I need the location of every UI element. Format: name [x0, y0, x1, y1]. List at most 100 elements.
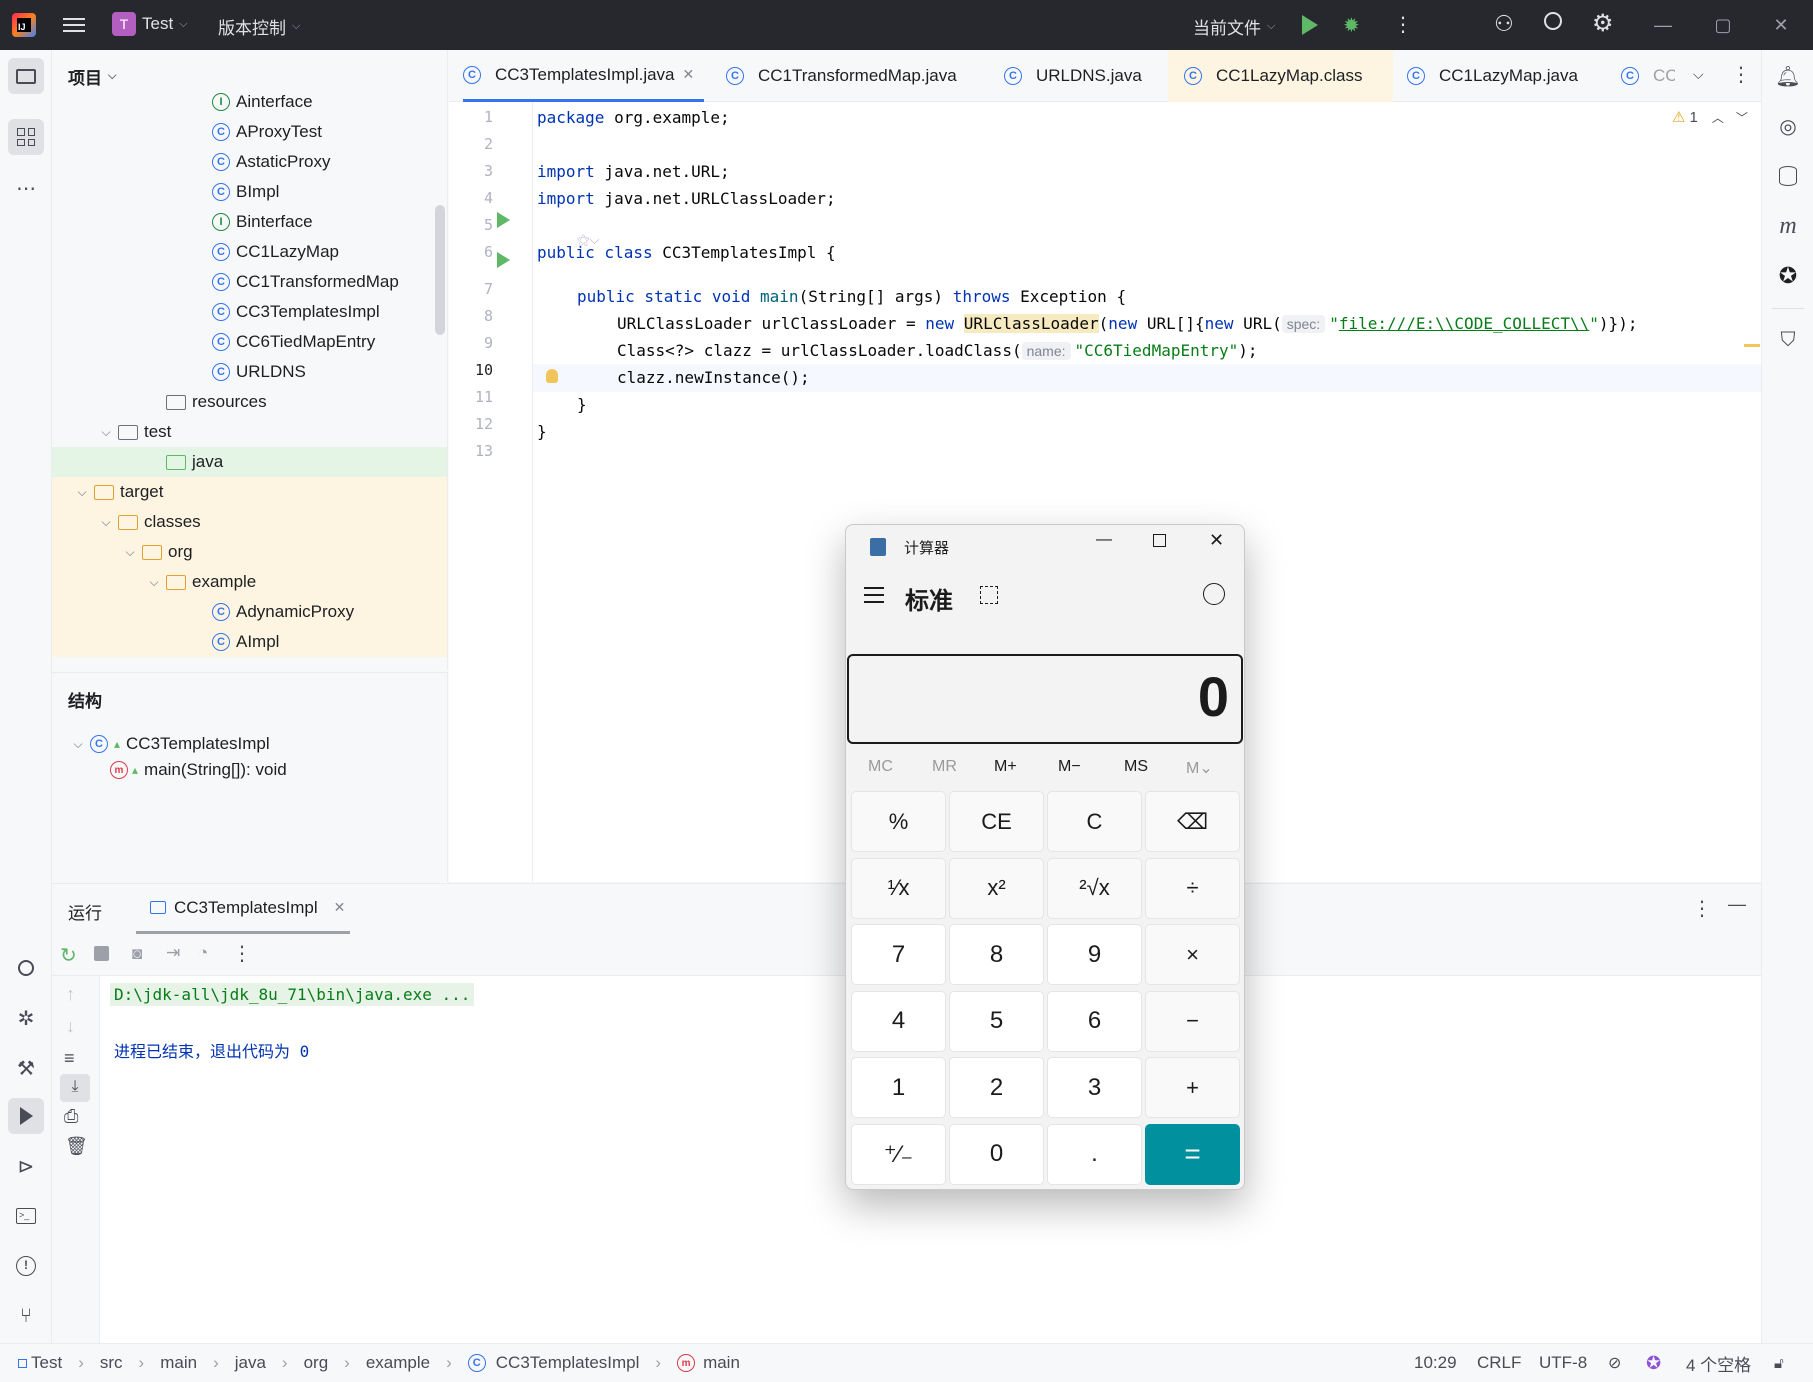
cursor-position[interactable]: 10:29: [1414, 1353, 1457, 1373]
tree-item[interactable]: ⌵ target: [52, 477, 447, 507]
exit-icon[interactable]: ⇥: [166, 943, 180, 963]
run-tab[interactable]: CC3TemplatesImpl ✕: [136, 884, 350, 934]
file-encoding[interactable]: UTF-8: [1539, 1353, 1587, 1373]
services-icon[interactable]: ⊳: [8, 1148, 44, 1184]
tree-item[interactable]: C AstaticProxy: [52, 147, 447, 177]
calc-key[interactable]: 4: [851, 990, 946, 1052]
breadcrumb-item[interactable]: Test: [18, 1353, 62, 1373]
breadcrumb-item[interactable]: C CC3TemplatesImpl: [467, 1353, 639, 1373]
calc-key[interactable]: 3: [1047, 1057, 1142, 1118]
minimize-button[interactable]: —: [1096, 531, 1112, 549]
vcs-menu[interactable]: 版本控制 ⌵: [218, 14, 300, 39]
tree-item[interactable]: C CC6TiedMapEntry: [52, 327, 447, 357]
calc-key[interactable]: ×: [1145, 924, 1240, 985]
breadcrumb-item[interactable]: org: [304, 1353, 329, 1373]
stop-icon[interactable]: [94, 946, 109, 961]
tree-item[interactable]: C BImpl: [52, 177, 447, 207]
database-icon[interactable]: [1770, 158, 1806, 194]
calc-key[interactable]: 1: [851, 1057, 946, 1118]
memory-button[interactable]: M+: [994, 758, 1017, 776]
tree-scrollbar[interactable]: [435, 205, 445, 335]
notifications-bell-icon[interactable]: 🔔︎: [1770, 58, 1806, 94]
calc-key[interactable]: ²√x: [1047, 857, 1142, 919]
tree-item[interactable]: C CC3TemplatesImpl: [52, 297, 447, 327]
tree-item[interactable]: C CC1TransformedMap: [52, 267, 447, 297]
memory-button[interactable]: MC: [868, 758, 893, 776]
tab-urldns[interactable]: C URLDNS.java: [1004, 50, 1142, 102]
app-logo[interactable]: IJ: [12, 0, 36, 50]
run-icon[interactable]: [1302, 15, 1318, 35]
calc-key[interactable]: 5: [949, 990, 1044, 1052]
keep-on-top-icon[interactable]: [980, 586, 998, 604]
search-icon[interactable]: [1544, 12, 1562, 30]
url-link[interactable]: file:///E:\\CODE_COLLECT\\: [1339, 314, 1589, 333]
ai-status-icon[interactable]: ✪: [1646, 1353, 1661, 1374]
maximize-button[interactable]: ▢: [1694, 0, 1752, 50]
tree-item[interactable]: C AdynamicProxy: [52, 597, 447, 627]
plugin-icon[interactable]: ✪: [1770, 258, 1806, 294]
breadcrumb-item[interactable]: example: [366, 1353, 430, 1373]
indent-setting[interactable]: 4 个空格: [1686, 1351, 1751, 1376]
rerun-icon[interactable]: ↻: [60, 943, 77, 968]
memory-button[interactable]: M⌄: [1186, 758, 1213, 778]
close-tab-icon[interactable]: ✕: [683, 66, 695, 83]
tab-cc1lazymap-class[interactable]: C CC1LazyMap.class: [1168, 50, 1393, 102]
breadcrumb-item[interactable]: java: [235, 1353, 266, 1373]
chevron-up-icon[interactable]: ︿: [1712, 109, 1724, 126]
structure-icon[interactable]: [8, 119, 44, 155]
tree-item[interactable]: C AProxyTest: [52, 117, 447, 147]
memory-button[interactable]: MR: [932, 758, 957, 776]
tab-cc1lazymap-java[interactable]: C CC1LazyMap.java: [1407, 50, 1578, 102]
git-branch-icon[interactable]: ⑂: [8, 1298, 44, 1334]
tree-item[interactable]: java: [52, 447, 447, 477]
more-icon[interactable]: ⋮: [1692, 896, 1712, 921]
history-icon[interactable]: [1203, 583, 1225, 605]
calc-key[interactable]: −: [1145, 990, 1240, 1052]
project-folder-icon[interactable]: [8, 58, 44, 94]
run-gutter-icon[interactable]: [497, 212, 510, 228]
calc-key[interactable]: 0: [949, 1123, 1044, 1185]
arrow-up-icon[interactable]: ↑: [66, 984, 75, 1005]
calc-key[interactable]: 2: [949, 1057, 1044, 1118]
tree-item[interactable]: ⌵ org: [52, 537, 447, 567]
profiler-icon[interactable]: ◔: [198, 943, 208, 963]
camera-icon[interactable]: ◙: [132, 944, 142, 964]
line-separator[interactable]: CRLF: [1477, 1353, 1521, 1373]
project-panel-header[interactable]: 项目 ⌵: [68, 64, 116, 89]
tree-item[interactable]: C AImpl: [52, 627, 447, 657]
user-icon[interactable]: ⚇: [1494, 11, 1514, 37]
breadcrumb-item[interactable]: src: [100, 1353, 123, 1373]
tab-cc3templatesimpl[interactable]: C CC3TemplatesImpl.java ✕: [463, 50, 705, 102]
debug-icon[interactable]: ✹: [1343, 13, 1360, 38]
calc-key[interactable]: CE: [949, 791, 1044, 852]
calc-key[interactable]: 9: [1047, 924, 1142, 985]
terminal-icon[interactable]: >_: [8, 1198, 44, 1234]
calc-key[interactable]: 7: [851, 924, 946, 985]
calc-key[interactable]: 8: [949, 924, 1044, 985]
memory-button[interactable]: M−: [1058, 758, 1081, 776]
problems-icon[interactable]: !: [8, 1248, 44, 1284]
tab-cc6[interactable]: C CC6: [1621, 50, 1675, 102]
calc-key[interactable]: ÷: [1145, 857, 1240, 919]
project-selector[interactable]: T Test ⌵: [112, 12, 188, 36]
maven-icon[interactable]: m: [1770, 208, 1806, 244]
maximize-button[interactable]: [1153, 534, 1166, 547]
arrow-down-icon[interactable]: ↓: [66, 1016, 75, 1037]
tabs-dropdown-icon[interactable]: ⌵: [1693, 66, 1704, 83]
more-icon[interactable]: ⋮: [1731, 62, 1751, 87]
more-tools-icon[interactable]: ⋯: [8, 170, 44, 206]
ai-assistant-icon[interactable]: ◎: [1770, 108, 1806, 144]
more-icon[interactable]: ⋮: [232, 941, 252, 966]
tree-item[interactable]: ⌵ example: [52, 567, 447, 597]
lock-icon[interactable]: 🔓︎: [1774, 1355, 1784, 1372]
memory-button[interactable]: MS: [1124, 758, 1148, 776]
scroll-to-end-icon[interactable]: ⤓: [60, 1074, 90, 1102]
run-config-selector[interactable]: 当前文件 ⌵: [1193, 14, 1275, 39]
warning-marker[interactable]: [1744, 344, 1760, 347]
tree-item[interactable]: C CC1LazyMap: [52, 237, 447, 267]
calc-key[interactable]: .: [1047, 1123, 1142, 1185]
run-gutter-icon[interactable]: [497, 252, 510, 268]
tree-item[interactable]: resources: [52, 387, 447, 417]
close-button[interactable]: ✕: [1209, 530, 1224, 551]
build-hammer-icon[interactable]: ⚒: [8, 1050, 44, 1086]
